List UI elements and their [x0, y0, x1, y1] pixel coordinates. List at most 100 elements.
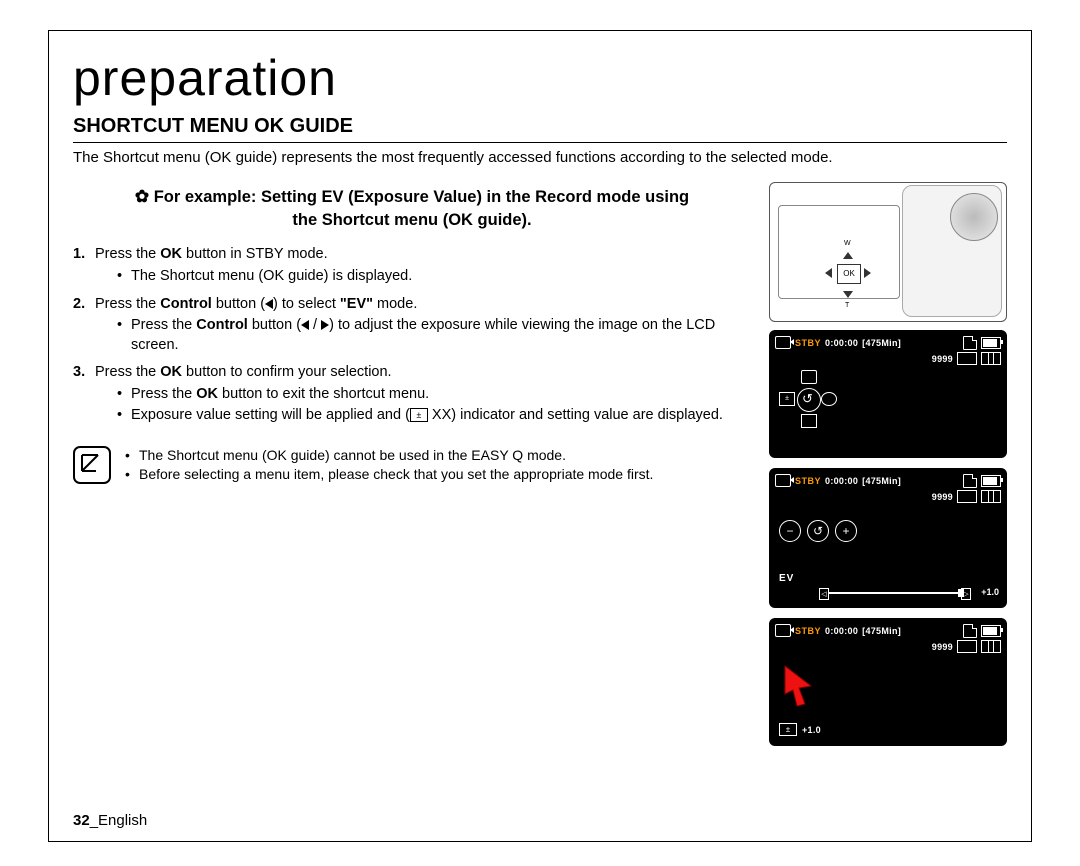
step-number: 1.	[73, 245, 85, 265]
status-right	[963, 624, 1001, 638]
status-row-2: 9999	[932, 352, 1001, 365]
elapsed-time: 0:00:00	[825, 626, 858, 636]
status-row-2: 9999	[932, 490, 1001, 503]
camcorder-icon	[775, 624, 791, 637]
bold: Control	[160, 296, 212, 312]
resolution-icon	[981, 640, 1001, 653]
focus-shortcut-icon	[821, 392, 837, 406]
manual-page: preparation SHORTCUT MENU OK GUIDE The S…	[0, 0, 1080, 866]
elapsed-time: 0:00:00	[825, 476, 858, 486]
stby-label: STBY	[795, 338, 821, 348]
sub-bullets: The Shortcut menu (OK guide) is displaye…	[117, 267, 751, 287]
t: /	[309, 317, 321, 333]
ev-plus-button: +	[835, 520, 857, 542]
slider-track	[829, 592, 963, 594]
stby-label: STBY	[795, 626, 821, 636]
sub-bullets: Press the Control button ( / ) to adjust…	[117, 316, 751, 355]
elapsed-time: 0:00:00	[825, 338, 858, 348]
quality-icon	[957, 352, 977, 365]
bold: "EV"	[340, 296, 373, 312]
bold: OK	[196, 386, 218, 402]
dpad-right-icon	[864, 268, 871, 278]
t: Press the	[131, 386, 196, 402]
slider-left-cap: ◁	[819, 588, 829, 600]
example-heading-line2: the Shortcut menu (OK guide).	[292, 211, 531, 229]
bullet: Press the Control button ( / ) to adjust…	[117, 316, 751, 355]
t: ) to select	[273, 296, 340, 312]
exposure-icon: ±	[779, 723, 797, 736]
t: button (	[212, 296, 265, 312]
note-block: The Shortcut menu (OK guide) cannot be u…	[73, 446, 751, 484]
dpad-down-icon	[843, 291, 853, 298]
ev-minus-button: −	[779, 520, 801, 542]
t: button in STBY mode.	[182, 246, 328, 262]
page-number: 32	[73, 812, 90, 829]
step-3: 3. Press the OK button to confirm your s…	[73, 363, 751, 426]
bold: OK	[160, 364, 182, 380]
shot-counter: 9999	[932, 642, 953, 652]
quality-icon	[957, 490, 977, 503]
ok-button-label: OK	[837, 264, 861, 284]
remaining-time: [475Min]	[862, 626, 901, 636]
status-right	[963, 474, 1001, 488]
bullet: The Shortcut menu (OK guide) is displaye…	[117, 267, 751, 287]
exposure-icon: ±	[410, 408, 428, 422]
sub-bullets: Press the OK button to exit the shortcut…	[117, 385, 751, 426]
note-item: Before selecting a menu item, please che…	[125, 465, 653, 484]
ev-slider: ◁ ▷ +1.0	[819, 588, 997, 598]
memory-card-icon	[963, 336, 977, 350]
t: Press the	[95, 246, 160, 262]
ev-return-button: ↺	[807, 520, 829, 542]
arrow-left-icon	[265, 299, 273, 309]
camera-lens	[950, 193, 998, 241]
t: Press the	[95, 296, 160, 312]
content-frame: preparation SHORTCUT MENU OK GUIDE The S…	[48, 30, 1032, 842]
t: button to exit the shortcut menu.	[218, 386, 429, 402]
t: button to confirm your selection.	[182, 364, 392, 380]
dpad-left-icon	[825, 268, 832, 278]
note-icon	[73, 446, 111, 484]
lcd-screen-ev-applied: STBY 0:00:00 [475Min] 9999	[769, 618, 1007, 746]
camcorder-icon	[775, 336, 791, 349]
t: Exposure value setting will be applied a…	[131, 407, 410, 423]
step-number: 2.	[73, 295, 85, 315]
bold: Control	[196, 317, 248, 333]
t: mode.	[373, 296, 417, 312]
ev-indicator: ± +1.0	[779, 723, 821, 736]
shot-counter: 9999	[932, 492, 953, 502]
page-footer: 32_English	[73, 812, 147, 829]
section-heading: SHORTCUT MENU OK GUIDE	[73, 115, 1007, 143]
intro-text: The Shortcut menu (OK guide) represents …	[73, 149, 1007, 166]
status-right	[963, 336, 1001, 350]
cursor-arrow-icon	[781, 664, 817, 710]
battery-icon	[981, 337, 1001, 349]
step-2: 2. Press the Control button ( ) to select…	[73, 295, 751, 356]
resolution-icon	[981, 352, 1001, 365]
zoom-w-label: W	[844, 240, 851, 247]
camera-lcd: W OK T	[778, 205, 900, 299]
control-pad: W OK T	[813, 246, 881, 302]
camcorder-illustration: W OK T	[769, 182, 1007, 322]
quality-icon	[957, 640, 977, 653]
bullet: Exposure value setting will be applied a…	[117, 406, 751, 426]
instructions-column: ✿ For example: Setting EV (Exposure Valu…	[73, 182, 751, 756]
zoom-t-label: T	[845, 302, 849, 309]
remaining-time: [475Min]	[862, 338, 901, 348]
language-label: _English	[90, 812, 148, 829]
dpad-up-icon	[843, 252, 853, 259]
note-item: The Shortcut menu (OK guide) cannot be u…	[125, 446, 653, 465]
battery-icon	[981, 625, 1001, 637]
step-1: 1. Press the OK button in STBY mode. The…	[73, 245, 751, 286]
status-row-2: 9999	[932, 640, 1001, 653]
ev-value: +1.0	[802, 725, 821, 735]
t: ) indicator and setting value are displa…	[451, 407, 723, 423]
ev-shortcut-icon: ±	[779, 392, 795, 406]
remaining-time: [475Min]	[862, 476, 901, 486]
step-text: Press the OK button in STBY mode.	[95, 246, 328, 262]
t: XX	[428, 407, 451, 423]
illustration-column: W OK T STBY	[769, 182, 1007, 756]
step-number: 3.	[73, 363, 85, 383]
return-icon	[797, 388, 821, 412]
memory-card-icon	[963, 624, 977, 638]
t: Press the	[95, 364, 160, 380]
